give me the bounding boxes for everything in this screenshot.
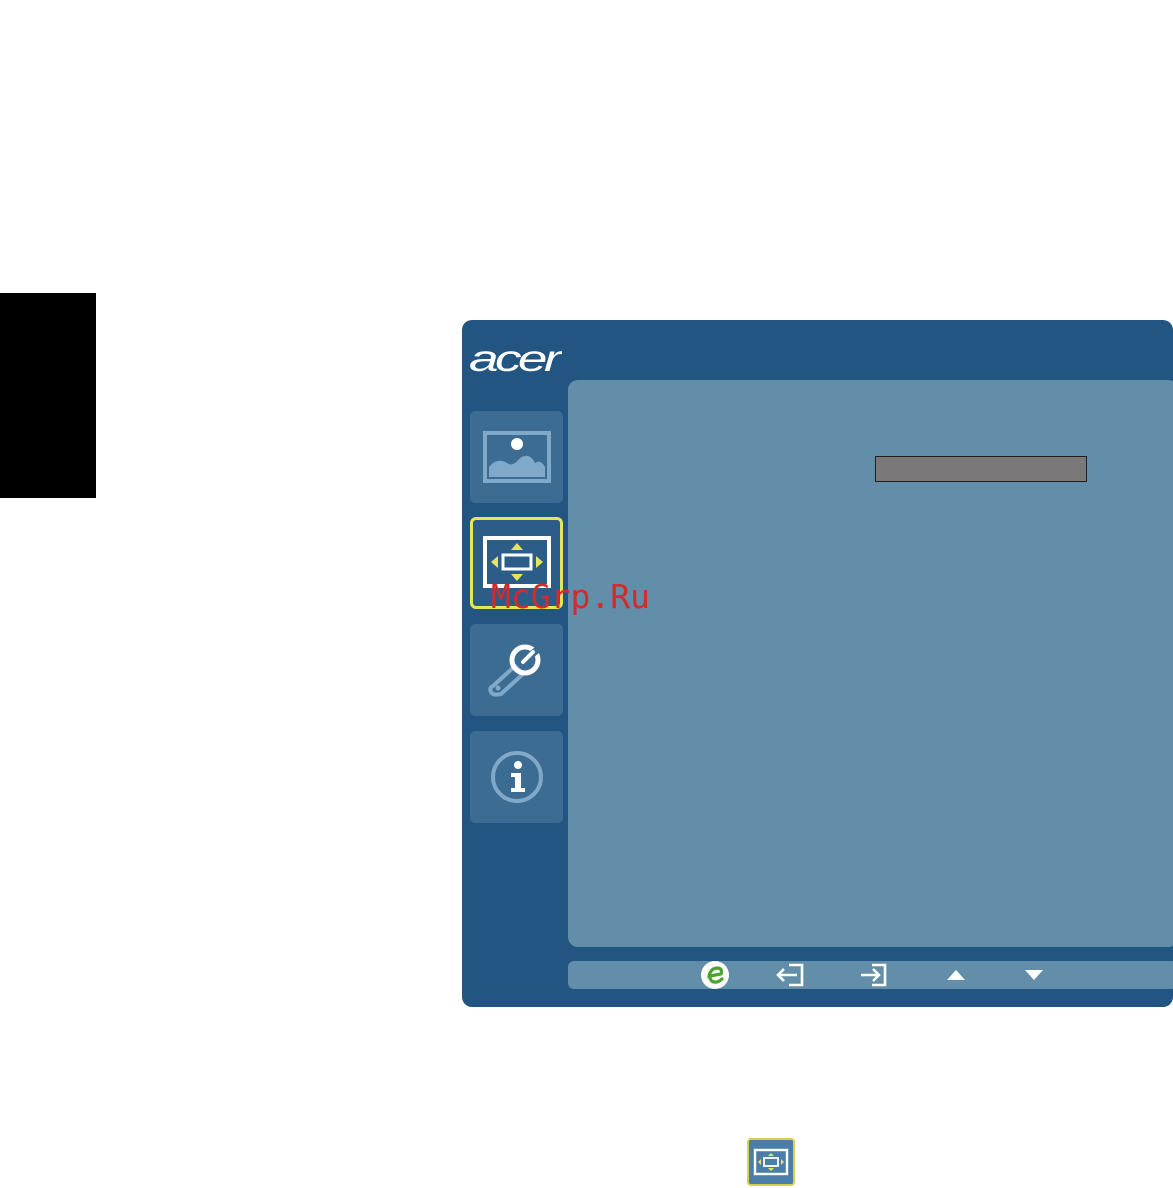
up-button[interactable] xyxy=(943,961,969,989)
picture-icon xyxy=(482,431,551,483)
watermark-text: McGrp.Ru xyxy=(491,577,650,616)
page-side-tab xyxy=(0,293,96,498)
acer-e-icon xyxy=(701,961,729,989)
info-icon xyxy=(490,751,543,803)
picture-tab[interactable] xyxy=(470,411,563,503)
down-button[interactable] xyxy=(1021,961,1047,989)
information-tab[interactable] xyxy=(470,731,563,823)
screen-position-icon xyxy=(753,1148,789,1176)
osd-menu: acer xyxy=(462,320,1173,1007)
enter-icon xyxy=(861,963,887,987)
enter-button[interactable] xyxy=(856,961,890,989)
arrow-up-icon xyxy=(947,970,965,980)
settings-tab[interactable] xyxy=(470,624,563,716)
button-bar xyxy=(568,961,1173,989)
acer-logo: acer xyxy=(469,338,562,378)
screen-position-badge xyxy=(747,1138,795,1186)
empowering-key[interactable] xyxy=(699,961,731,989)
exit-icon xyxy=(776,963,804,987)
exit-button[interactable] xyxy=(773,961,807,989)
arrow-down-icon xyxy=(1025,970,1043,980)
wrench-icon xyxy=(487,644,540,697)
value-bar xyxy=(875,456,1087,482)
svg-text:acer: acer xyxy=(469,338,562,378)
content-panel xyxy=(568,380,1173,947)
